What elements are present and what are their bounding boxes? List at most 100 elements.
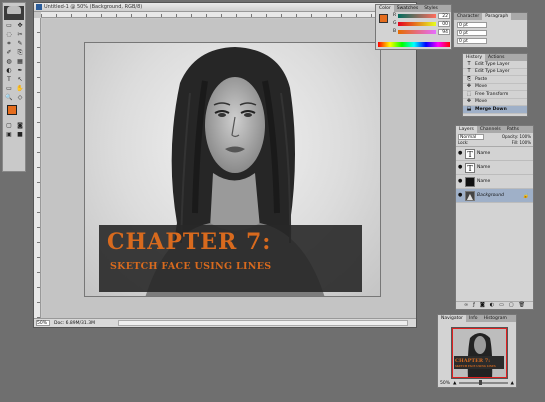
- foreground-color-swatch[interactable]: [7, 105, 17, 115]
- toolbox-panel: ▭ ✥ ◌ ✂ ⌗ ✎ ✐ ⎘ ◍ ▦ ◐ ✒ T ↖ ▭ ✋ 🔍 ◇ ▢ ◙ …: [2, 2, 26, 172]
- tab-color[interactable]: Color: [376, 5, 394, 12]
- type-layer-thumb: T: [465, 162, 475, 173]
- zoom-in-icon[interactable]: ▲: [511, 381, 514, 386]
- tab-layers[interactable]: Layers: [456, 126, 477, 133]
- clone-stamp-tool[interactable]: ⎘: [15, 49, 25, 57]
- dodge-tool[interactable]: ◐: [4, 67, 14, 75]
- eraser-tool[interactable]: ◍: [4, 58, 14, 66]
- red-value-field[interactable]: 22: [438, 13, 450, 19]
- history-item[interactable]: T Edit Type Layer: [463, 61, 527, 69]
- pen-tool[interactable]: ✒: [15, 67, 25, 75]
- zoom-tool[interactable]: 🔍: [4, 94, 14, 102]
- layer-row-background[interactable]: ● ▲ Background 🔒: [456, 189, 533, 203]
- portrait-image[interactable]: CHAPTER 7: SKETCH FACE USING LINES: [84, 42, 381, 297]
- eye-icon[interactable]: ●: [458, 179, 463, 184]
- layer-row[interactable]: ● Name: [456, 175, 533, 189]
- history-item[interactable]: ✥ Move: [463, 98, 527, 106]
- tab-info[interactable]: Info: [466, 315, 481, 322]
- quickmask-mode-icon[interactable]: ◙: [15, 122, 25, 130]
- crop-tool[interactable]: ✂: [15, 31, 25, 39]
- layers-panel-tabs: Layers Channels Paths: [456, 126, 533, 133]
- tab-history[interactable]: History: [463, 54, 486, 61]
- space-before-field[interactable]: 0 pt: [457, 38, 487, 44]
- hand-tool[interactable]: ✋: [15, 85, 25, 93]
- shape-tool[interactable]: ▭: [4, 85, 14, 93]
- horizontal-scrollbar[interactable]: [118, 320, 408, 326]
- brush-tool[interactable]: ✎: [15, 40, 25, 48]
- color-spectrum-bar[interactable]: [378, 42, 450, 47]
- tab-navigator[interactable]: Navigator: [438, 315, 467, 322]
- standard-mode-icon[interactable]: ▢: [4, 122, 14, 130]
- lock-label: Lock:: [458, 140, 469, 145]
- trash-icon[interactable]: 🗑: [519, 302, 525, 309]
- path-selection-tool[interactable]: ↖: [15, 76, 25, 84]
- eye-icon[interactable]: ●: [458, 165, 463, 170]
- tab-actions[interactable]: Actions: [485, 54, 507, 61]
- layers-footer: ∞ ƒ ◙ ◐ ▭ ▢ 🗑: [456, 301, 533, 309]
- tab-paragraph[interactable]: Paragraph: [482, 13, 512, 20]
- fill-field[interactable]: Fill: 100%: [512, 140, 531, 145]
- type-tool[interactable]: T: [4, 76, 14, 84]
- history-item[interactable]: ✥ Move: [463, 84, 527, 91]
- screen-mode-icon[interactable]: ▣: [4, 131, 14, 139]
- folder-icon[interactable]: ▭: [499, 302, 504, 309]
- indent-first-field[interactable]: 0 pt: [457, 30, 487, 36]
- navigator-panel-tabs: Navigator Info Histogram: [438, 315, 516, 322]
- character-panel-tabs: Character Paragraph: [454, 13, 527, 20]
- history-item[interactable]: ⬚ Free Transform: [463, 91, 527, 99]
- eye-icon[interactable]: ●: [458, 151, 463, 156]
- navigator-thumbnail[interactable]: CHAPTER 7: SKETCH FACE USING LINES: [451, 327, 508, 379]
- document-titlebar[interactable]: Untitled-1 @ 50% (Background, RGB/8) – □…: [34, 3, 416, 12]
- indent-left-field[interactable]: 0 pt: [457, 22, 487, 28]
- navigator-zoom-slider[interactable]: [459, 380, 508, 385]
- new-layer-icon[interactable]: ▢: [509, 302, 514, 309]
- tab-styles[interactable]: Styles: [421, 5, 441, 12]
- blue-slider[interactable]: [398, 30, 436, 34]
- eyedropper-tool[interactable]: ◇: [15, 94, 25, 102]
- fullscreen-mode-icon[interactable]: ■: [15, 131, 25, 139]
- green-slider[interactable]: [398, 22, 436, 26]
- layer-name: Name: [477, 151, 491, 156]
- navigator-view-box[interactable]: [452, 328, 507, 378]
- chapter-subtitle: SKETCH FACE USING LINES: [110, 261, 272, 272]
- color-row-b: B 94: [393, 29, 450, 35]
- link-icon[interactable]: ∞: [464, 302, 468, 309]
- doc-size-info[interactable]: Doc: 6.89M/31.3M: [54, 321, 114, 326]
- move-tool[interactable]: ✥: [15, 22, 25, 30]
- color-panel-tabs: Color Swatches Styles: [376, 5, 451, 12]
- adjustment-icon[interactable]: ◐: [490, 302, 494, 309]
- tab-channels[interactable]: Channels: [477, 126, 504, 133]
- lasso-tool[interactable]: ◌: [4, 31, 14, 39]
- gradient-tool[interactable]: ▦: [15, 58, 25, 66]
- zoom-field[interactable]: 50%: [36, 320, 50, 326]
- color-swatches: [4, 105, 24, 120]
- tab-character[interactable]: Character: [454, 13, 482, 20]
- layer-row[interactable]: ● T Name: [456, 147, 533, 161]
- history-item-active[interactable]: ⬓ Merge Down: [463, 106, 527, 114]
- fx-icon[interactable]: ƒ: [473, 302, 475, 309]
- type-layer-icon: T: [467, 60, 471, 67]
- eye-icon[interactable]: ●: [458, 193, 463, 198]
- green-value-field[interactable]: 00: [438, 21, 450, 27]
- layer-row[interactable]: ● T Name: [456, 161, 533, 175]
- vertical-ruler[interactable]: [34, 18, 41, 318]
- zoom-out-icon[interactable]: ▲: [453, 381, 456, 386]
- slice-tool[interactable]: ⌗: [4, 40, 14, 48]
- canvas-area[interactable]: CHAPTER 7: SKETCH FACE USING LINES: [42, 19, 416, 318]
- pencil-tool[interactable]: ✐: [4, 49, 14, 57]
- chapter-title: CHAPTER 7:: [107, 229, 272, 255]
- chapter-banner: CHAPTER 7: SKETCH FACE USING LINES: [99, 225, 362, 292]
- horizontal-ruler[interactable]: [41, 12, 416, 18]
- blue-value-field[interactable]: 94: [438, 29, 450, 35]
- navigator-zoom-field[interactable]: 50%: [440, 381, 450, 386]
- history-item[interactable]: T Edit Type Layer: [463, 69, 527, 76]
- marquee-tool[interactable]: ▭: [4, 22, 14, 30]
- photoshop-feather-logo: [4, 6, 24, 20]
- tab-paths[interactable]: Paths: [504, 126, 522, 133]
- tab-swatches[interactable]: Swatches: [394, 5, 422, 12]
- move-icon: ✥: [466, 98, 472, 105]
- mask-icon[interactable]: ◙: [480, 302, 485, 309]
- red-slider[interactable]: [398, 14, 436, 18]
- tab-histogram[interactable]: Histogram: [481, 315, 510, 322]
- history-item[interactable]: ⎘ Paste: [463, 76, 527, 84]
